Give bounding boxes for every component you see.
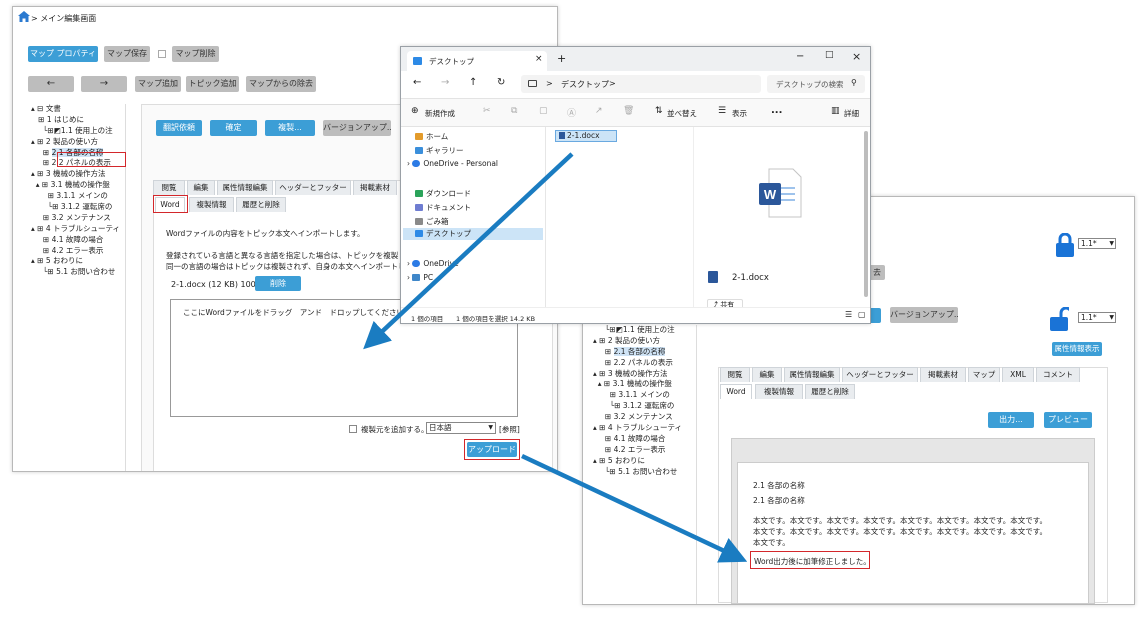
upload-arrow xyxy=(521,453,748,563)
drag-arrow xyxy=(363,152,574,350)
annotation-arrows xyxy=(363,152,748,563)
